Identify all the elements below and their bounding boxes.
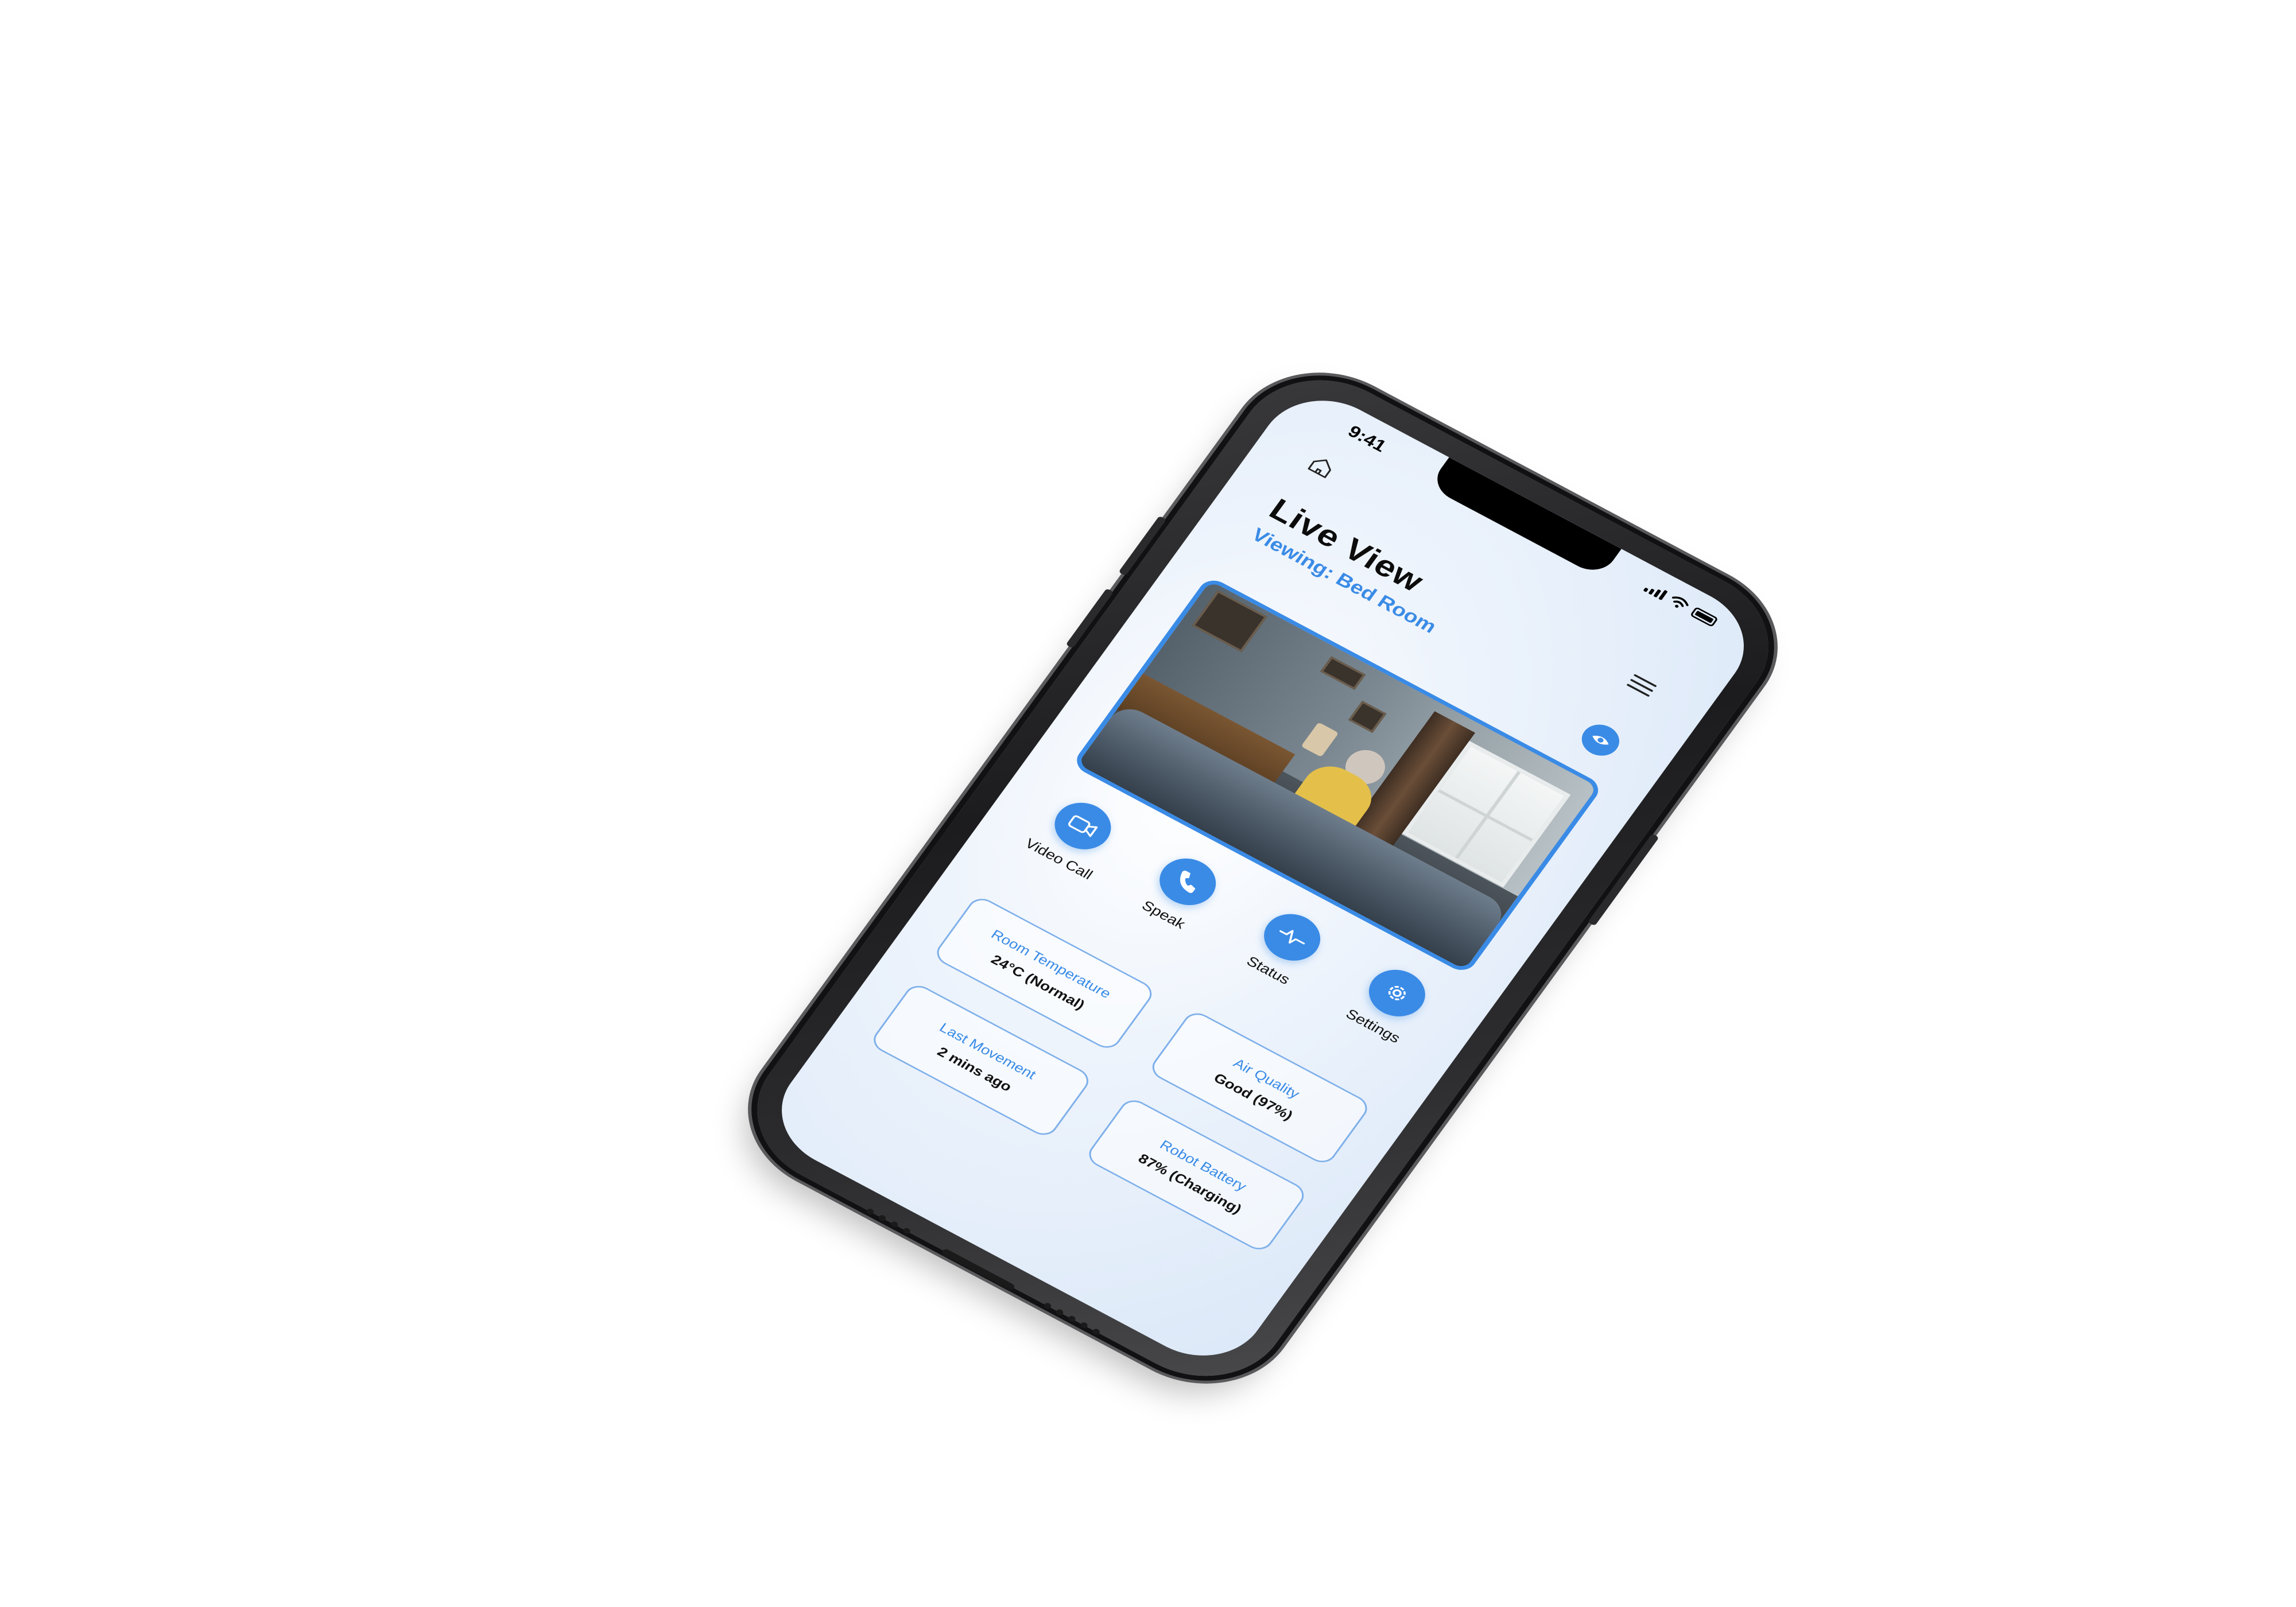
mockup-stage: 9:41 Live View Viewing: Bed Room Video C…: [0, 0, 2296, 1607]
video-camera-icon: [1068, 815, 1098, 837]
wifi-icon: [1671, 596, 1689, 608]
eye-icon: [1592, 735, 1609, 745]
settings-action[interactable]: Settings: [1322, 949, 1456, 1057]
app-screen: 9:41 Live View Viewing: Bed Room Video C…: [757, 379, 1768, 1377]
phone-icon: [1180, 870, 1196, 893]
phone-mockup: 9:41 Live View Viewing: Bed Room Video C…: [725, 352, 1801, 1404]
speaker-grille: [865, 1208, 912, 1235]
home-button[interactable]: [1299, 448, 1344, 486]
home-icon: [1308, 459, 1331, 479]
pulse-icon: [1279, 930, 1305, 945]
notch: [1428, 457, 1622, 578]
menu-icon: [1627, 674, 1657, 697]
status-time: 9:41: [1344, 422, 1390, 456]
gear-icon: [1388, 985, 1406, 1000]
cellular-signal-icon: [1643, 581, 1669, 600]
volume-down-button: [1065, 588, 1114, 649]
phone-frame: 9:41 Live View Viewing: Bed Room Video C…: [725, 352, 1801, 1404]
menu-button[interactable]: [1619, 667, 1665, 704]
status-action[interactable]: Status: [1218, 894, 1352, 1001]
speak-action[interactable]: Speak: [1113, 838, 1247, 945]
battery-icon: [1689, 606, 1719, 627]
status-icons: [1643, 581, 1719, 627]
privacy-toggle-button[interactable]: [1574, 719, 1626, 762]
volume-up-button: [1118, 515, 1167, 576]
video-call-action[interactable]: Video Call: [1009, 782, 1142, 890]
